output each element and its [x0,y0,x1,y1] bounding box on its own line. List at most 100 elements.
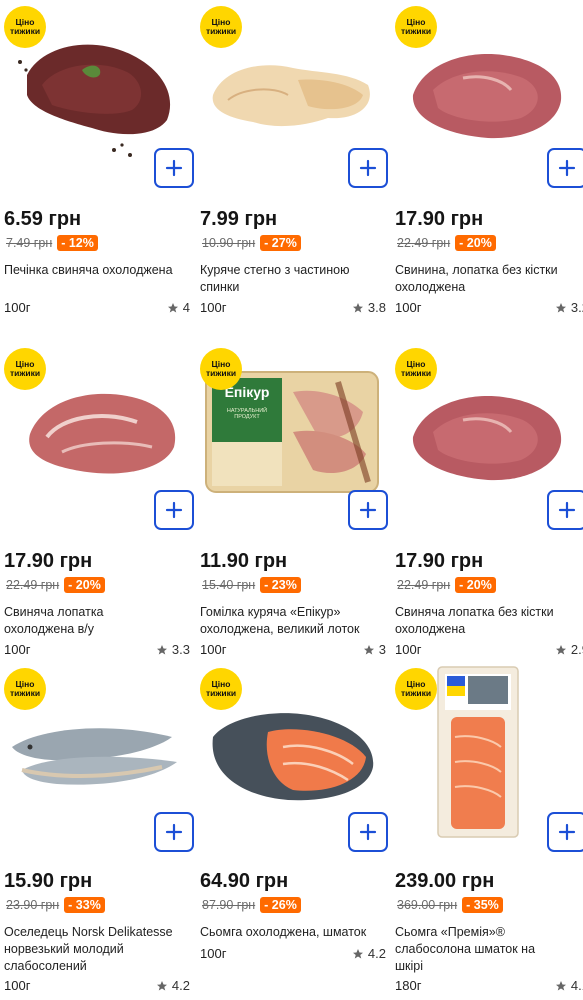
product-card[interactable]: Ціно тижики 6.59 грн 7.49 грн - 12% Печі… [2,0,194,315]
product-card[interactable]: Ціно тижики 64.90 грн 87.90 грн - 26% Сь… [198,662,388,1000]
product-price: 15.90 грн [4,870,93,892]
product-card[interactable]: Ціно тижики 7.99 грн 10.90 грн - 27% Кур… [198,0,388,315]
plus-icon [165,823,183,841]
price-promo-badge: Ціно тижики [4,668,46,710]
discount-badge: - 26% [260,897,301,913]
discount-badge: - 27% [260,235,301,251]
product-card[interactable]: Ціно тижики Епікур НАТУРАЛЬНИЙ ПРОДУКТ 1… [198,342,388,657]
star-icon [555,980,567,992]
product-image[interactable]: Ціно тижики [393,662,583,852]
product-name[interactable]: Гомілка куряча «Епікур» охолоджена, вели… [200,604,386,638]
product-image[interactable]: Ціно тижики [2,662,194,852]
product-name[interactable]: Оселедець Norsk Delikatesse норвезький м… [4,924,190,975]
product-card[interactable]: Ціно тижики 239.00 грн 369.00 грн - 35% … [393,662,583,1000]
old-price-row: 369.00 грн - 35% [397,897,503,913]
product-rating: 4.1 [555,978,583,993]
add-to-cart-button[interactable] [154,812,194,852]
product-rating: 2.9 [555,642,583,657]
product-weight: 180г [395,978,422,993]
plus-icon [359,501,377,519]
discount-badge: - 23% [260,577,301,593]
product-image[interactable]: Ціно тижики [2,0,194,188]
product-name[interactable]: Печінка свиняча охолоджена [4,262,190,279]
add-to-cart-button[interactable] [547,148,583,188]
product-name[interactable]: Свинина, лопатка без кістки охолоджена [395,262,581,296]
product-card[interactable]: Ціно тижики 17.90 грн 22.49 грн - 20% Св… [393,342,583,657]
product-card[interactable]: Ціно тижики 17.90 грн 22.49 грн - 20% Св… [393,0,583,315]
add-to-cart-button[interactable] [547,490,583,530]
product-rating: 3 [363,642,386,657]
rating-value: 4.2 [171,978,190,993]
product-image[interactable]: Ціно тижики [198,662,388,852]
product-weight: 100г [395,300,422,315]
star-icon [156,644,168,656]
package-sub: НАТУРАЛЬНИЙ ПРОДУКТ [226,408,268,420]
product-price: 7.99 грн [200,208,278,230]
discount-badge: - 12% [57,235,98,251]
product-image[interactable]: Ціно тижики [2,342,194,530]
old-price: 22.49 грн [397,578,451,592]
product-weight: 100г [200,300,227,315]
price-promo-badge: Ціно тижики [4,348,46,390]
product-image[interactable]: Ціно тижики [198,0,388,188]
product-name[interactable]: Свиняча лопатка без кістки охолоджена [395,604,581,638]
star-icon [167,302,179,314]
product-price: 17.90 грн [395,550,484,572]
product-price: 17.90 грн [4,550,93,572]
product-image[interactable]: Ціно тижики [393,0,583,188]
product-name[interactable]: Куряче стегно з частиною спинки [200,262,386,296]
discount-badge: - 20% [64,577,105,593]
product-card[interactable]: Ціно тижики 15.90 грн 23.90 грн - 33% Ос… [2,662,194,1000]
add-to-cart-button[interactable] [348,812,388,852]
product-weight: 100г [4,978,31,993]
old-price: 87.90 грн [202,898,256,912]
product-weight: 100г [200,642,227,657]
product-rating: 4 [167,300,190,315]
product-rating: 4.2 [156,978,190,993]
add-to-cart-button[interactable] [154,148,194,188]
rating-value: 3.8 [367,300,386,315]
plus-icon [558,159,576,177]
old-price-row: 10.90 грн - 27% [202,235,301,251]
old-price-row: 22.49 грн - 20% [6,577,105,593]
product-price: 6.59 грн [4,208,82,230]
product-card[interactable]: Ціно тижики 17.90 грн 22.49 грн - 20% Св… [2,342,194,657]
product-price: 17.90 грн [395,208,484,230]
old-price: 10.90 грн [202,236,256,250]
old-price: 22.49 грн [397,236,451,250]
discount-badge: - 35% [462,897,503,913]
plus-icon [165,159,183,177]
star-icon [156,980,168,992]
old-price-row: 87.90 грн - 26% [202,897,301,913]
rating-value: 3.3 [171,642,190,657]
product-name[interactable]: Сьомга охолоджена, шматок [200,924,386,941]
old-price-row: 15.40 грн - 23% [202,577,301,593]
rating-value: 3.2 [570,300,583,315]
plus-icon [359,823,377,841]
product-rating: 3.3 [156,642,190,657]
add-to-cart-button[interactable] [154,490,194,530]
add-to-cart-button[interactable] [348,490,388,530]
price-promo-badge: Ціно тижики [395,668,437,710]
product-name[interactable]: Свиняча лопатка охолоджена в/у [4,604,134,638]
product-image[interactable]: Ціно тижики Епікур НАТУРАЛЬНИЙ ПРОДУКТ [198,342,388,530]
old-price: 369.00 грн [397,898,458,912]
discount-badge: - 20% [455,577,496,593]
star-icon [352,302,364,314]
rating-value: 4.1 [570,978,583,993]
product-name[interactable]: Сьомга «Премія»® слабосолона шматок на ш… [395,924,565,975]
old-price: 7.49 грн [6,236,53,250]
plus-icon [165,501,183,519]
product-weight: 100г [200,946,227,961]
rating-value: 4.2 [367,946,386,961]
product-image[interactable]: Ціно тижики [393,342,583,530]
old-price: 23.90 грн [6,898,60,912]
product-price: 239.00 грн [395,870,495,892]
star-icon [555,644,567,656]
price-promo-badge: Ціно тижики [200,6,242,48]
add-to-cart-button[interactable] [547,812,583,852]
add-to-cart-button[interactable] [348,148,388,188]
product-grid: Ціно тижики 6.59 грн 7.49 грн - 12% Печі… [0,0,583,1000]
star-icon [352,948,364,960]
star-icon [555,302,567,314]
